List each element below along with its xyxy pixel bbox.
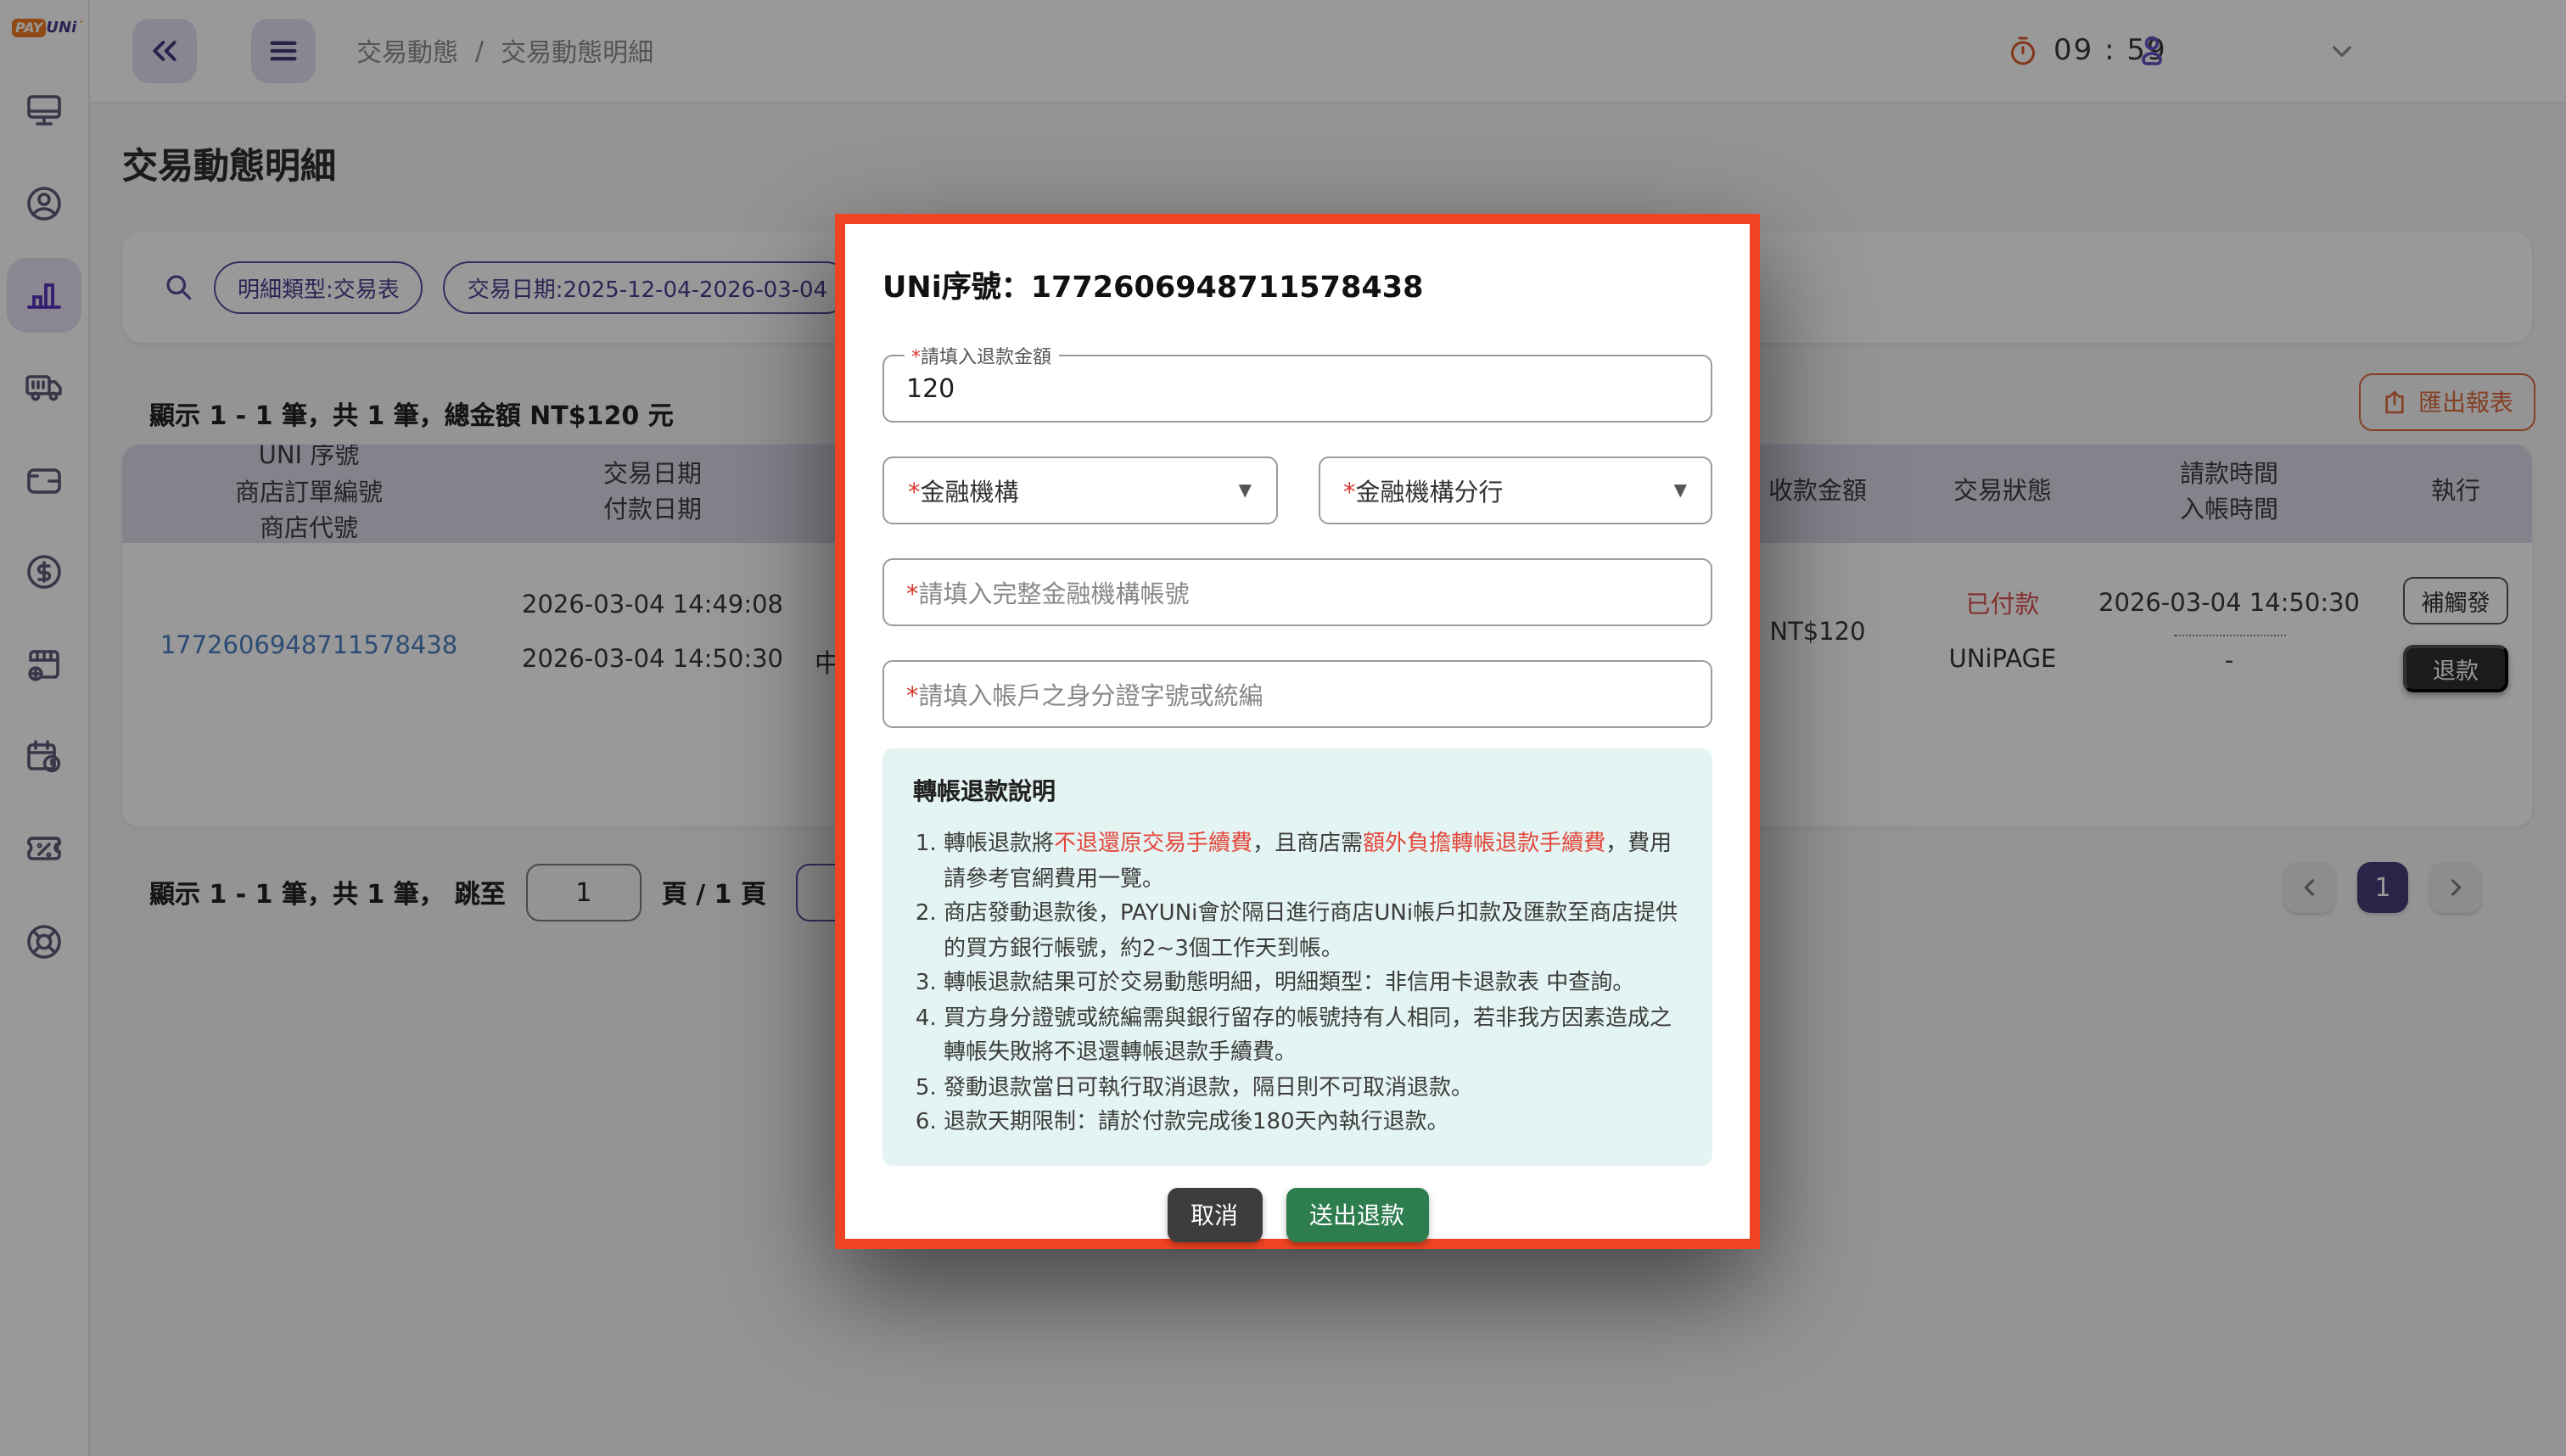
refund-amount-field[interactable]: *請填入退款金額 120	[882, 355, 1712, 423]
branch-select[interactable]: *金融機構分行 ▼	[1318, 456, 1712, 524]
app-root: PAYUNi˙	[0, 0, 2566, 1456]
refund-amount-value: 120	[884, 373, 955, 404]
bank-select[interactable]: *金融機構 ▼	[882, 456, 1277, 524]
refund-notes-title: 轉帳退款說明	[913, 774, 1682, 808]
branch-select-label: *金融機構分行	[1343, 473, 1504, 508]
bank-account-input[interactable]: *請填入完整金融機構帳號	[882, 558, 1712, 626]
refund-notes-box: 轉帳退款說明 轉帳退款將不退還原交易手續費，且商店需額外負擔轉帳退款手續費，費用…	[882, 748, 1712, 1166]
refund-note-3: 轉帳退款結果可於交易動態明細，明細類型：非信用卡退款表 中查詢。	[944, 967, 1682, 1002]
refund-notes-list: 轉帳退款將不退還原交易手續費，且商店需額外負擔轉帳退款手續費，費用請參考官網費用…	[913, 828, 1682, 1142]
refund-note-4: 買方身分證號或統編需與銀行留存的帳號持有人相同，若非我方因素造成之轉帳失敗將不退…	[944, 1002, 1682, 1072]
modal-title: UNi序號：1772606948711578438	[882, 265, 1712, 307]
cancel-button[interactable]: 取消	[1167, 1188, 1262, 1242]
select-arrow-icon: ▼	[1239, 481, 1252, 500]
modal-actions: 取消 送出退款	[882, 1188, 1712, 1242]
refund-note-5: 發動退款當日可執行取消退款，隔日則不可取消退款。	[944, 1072, 1682, 1106]
refund-note-6: 退款天期限制：請於付款完成後180天內執行退款。	[944, 1107, 1682, 1142]
id-number-placeholder: *請填入帳戶之身分證字號或統編	[884, 676, 1263, 712]
bank-select-label: *金融機構	[908, 473, 1019, 508]
refund-amount-label: *請填入退款金額	[905, 343, 1058, 370]
bank-account-placeholder: *請填入完整金融機構帳號	[884, 574, 1190, 610]
refund-modal: UNi序號：1772606948711578438 *請填入退款金額 120 *…	[835, 214, 1760, 1249]
submit-refund-button[interactable]: 送出退款	[1286, 1188, 1428, 1242]
refund-note-2: 商店發動退款後，PAYUNi會於隔日進行商店UNi帳戶扣款及匯款至商店提供的買方…	[944, 898, 1682, 967]
refund-note-1: 轉帳退款將不退還原交易手續費，且商店需額外負擔轉帳退款手續費，費用請參考官網費用…	[944, 828, 1682, 898]
id-number-input[interactable]: *請填入帳戶之身分證字號或統編	[882, 660, 1712, 728]
select-arrow-icon: ▼	[1674, 481, 1687, 500]
